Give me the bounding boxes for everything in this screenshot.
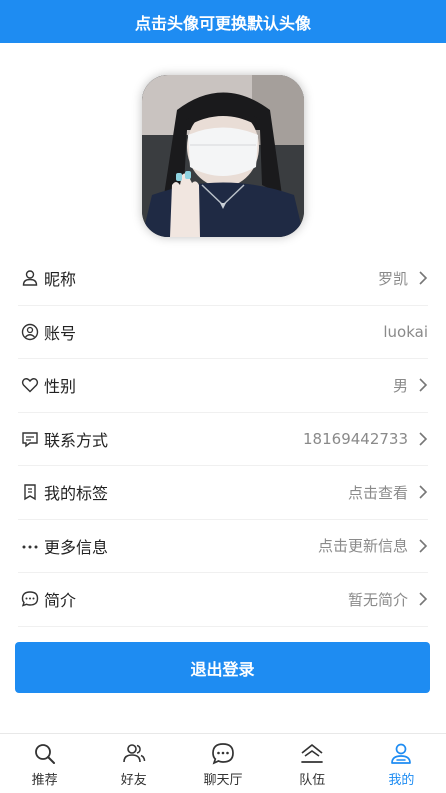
chevron-right-icon (408, 377, 428, 393)
tab-recommend[interactable]: 推荐 (0, 734, 89, 793)
row-label: 更多信息 (44, 537, 109, 557)
tab-mine[interactable]: 我的 (357, 734, 446, 793)
row-nickname[interactable]: 昵称 罗凯 (18, 252, 428, 306)
user-icon (20, 268, 40, 288)
change-avatar-banner: 点击头像可更换默认头像 (0, 0, 446, 43)
tab-label: 队伍 (299, 773, 326, 788)
row-label: 联系方式 (44, 430, 109, 450)
tab-label: 我的 (388, 773, 415, 788)
row-label: 昵称 (44, 270, 77, 290)
bookmark-icon (20, 482, 40, 502)
row-gender[interactable]: 性别 男 (18, 359, 428, 413)
profile-list: 昵称 罗凯 账号 luokai 性别 男 联系方式 18169442733 我的… (18, 252, 428, 627)
chevron-right-icon (408, 431, 428, 447)
chat-bubble-icon (20, 589, 40, 609)
bottom-tab-bar: 推荐 好友 聊天厅 队伍 我的 (0, 733, 446, 793)
row-value: 点击更新信息 (317, 537, 408, 556)
row-value: 罗凯 (377, 269, 408, 288)
row-bio[interactable]: 简介 暂无简介 (18, 573, 428, 627)
heart-icon (20, 375, 40, 395)
row-account[interactable]: 账号 luokai (18, 306, 428, 359)
team-icon (299, 741, 325, 767)
tab-team[interactable]: 队伍 (268, 734, 357, 793)
chevron-right-icon (408, 484, 428, 500)
chevron-right-icon (408, 591, 428, 607)
row-label: 简介 (44, 591, 77, 611)
logout-button[interactable]: 退出登录 (15, 642, 430, 693)
more-dots-icon (20, 536, 40, 556)
message-icon (20, 429, 40, 449)
chat-hall-icon (210, 741, 236, 767)
tab-label: 好友 (120, 773, 147, 788)
tab-label: 推荐 (31, 773, 58, 788)
row-label: 性别 (44, 377, 77, 397)
avatar[interactable] (142, 75, 304, 237)
row-tags[interactable]: 我的标签 点击查看 (18, 466, 428, 520)
avatar-photo (142, 75, 304, 237)
row-value: 暂无简介 (347, 590, 408, 609)
row-value: 点击查看 (347, 483, 408, 502)
tab-friends[interactable]: 好友 (89, 734, 178, 793)
row-more-info[interactable]: 更多信息 点击更新信息 (18, 520, 428, 573)
row-label: 账号 (44, 323, 77, 343)
row-label: 我的标签 (44, 484, 109, 504)
chevron-right-icon (408, 270, 428, 286)
row-value: luokai (383, 322, 428, 341)
search-icon (32, 741, 58, 767)
tab-label: 聊天厅 (203, 773, 243, 788)
chevron-right-icon (408, 538, 428, 554)
tab-chat-hall[interactable]: 聊天厅 (178, 734, 267, 793)
row-value: 男 (392, 376, 408, 395)
account-circle-icon (20, 322, 40, 342)
row-contact[interactable]: 联系方式 18169442733 (18, 413, 428, 466)
row-value: 18169442733 (303, 429, 408, 448)
logout-label: 退出登录 (190, 659, 255, 679)
banner-text: 点击头像可更换默认头像 (134, 13, 311, 33)
profile-icon (388, 741, 414, 767)
friends-icon (121, 741, 147, 767)
